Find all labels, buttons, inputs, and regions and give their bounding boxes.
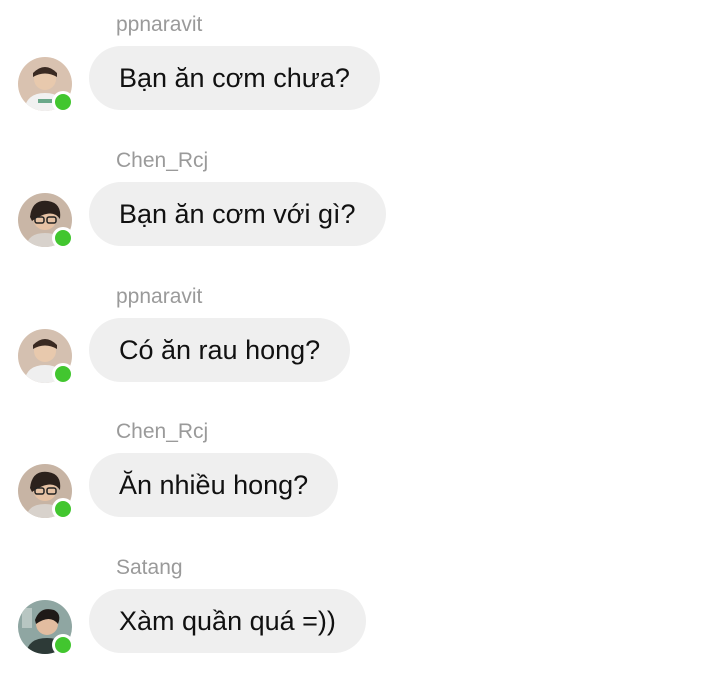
sender-name: Chen_Rcj [116,149,209,172]
message-bubble[interactable]: Bạn ăn cơm với gì? [89,182,386,246]
sender-name: Satang [116,556,183,579]
message-bubble[interactable]: Ăn nhiều hong? [89,453,339,517]
sender-name: ppnaravit [116,285,203,308]
message-row: Satang Xàm quần quá =)) [0,555,706,675]
online-status-icon [52,634,74,656]
message-bubble[interactable]: Có ăn rau hong? [89,318,351,382]
message-row: ppnaravit Có ăn rau hong? [0,284,706,404]
message-row: Chen_Rcj Ăn nhiều hong? [0,419,706,539]
online-status-icon [52,91,74,113]
chat-thread: ppnaravit Bạn ăn cơm chưa? Chen_Rcj Bạn … [0,0,706,656]
message-bubble[interactable]: Xàm quần quá =)) [89,589,366,653]
online-status-icon [52,363,74,385]
message-row: Chen_Rcj Bạn ăn cơm với gì? [0,148,706,268]
sender-name: Chen_Rcj [116,420,209,443]
online-status-icon [52,227,74,249]
sender-name: ppnaravit [116,13,203,36]
message-row: ppnaravit Bạn ăn cơm chưa? [0,12,706,132]
online-status-icon [52,498,74,520]
message-bubble[interactable]: Bạn ăn cơm chưa? [89,46,380,110]
